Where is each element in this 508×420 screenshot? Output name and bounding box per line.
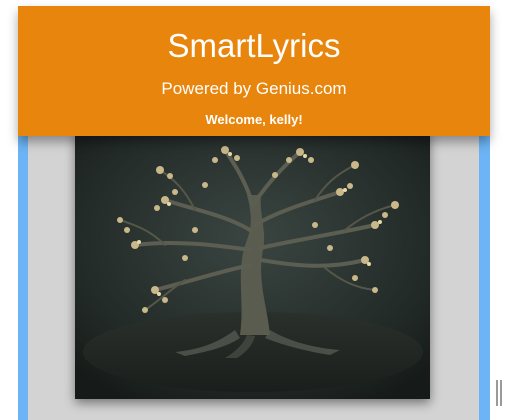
grip-line-icon (500, 380, 502, 406)
powered-by-text: Powered by Genius.com (161, 79, 347, 98)
welcome-message: Welcome, kelly! (205, 112, 303, 127)
scrollbar-grip[interactable] (496, 380, 504, 406)
left-frame-rail (18, 130, 28, 420)
app-title: SmartLyrics (167, 27, 341, 64)
app-header: SmartLyrics Powered by Genius.com Welcom… (18, 6, 490, 136)
album-art-image (75, 130, 430, 399)
tree-icon (75, 130, 430, 399)
grip-line-icon (496, 380, 498, 406)
right-frame-rail (479, 130, 490, 420)
